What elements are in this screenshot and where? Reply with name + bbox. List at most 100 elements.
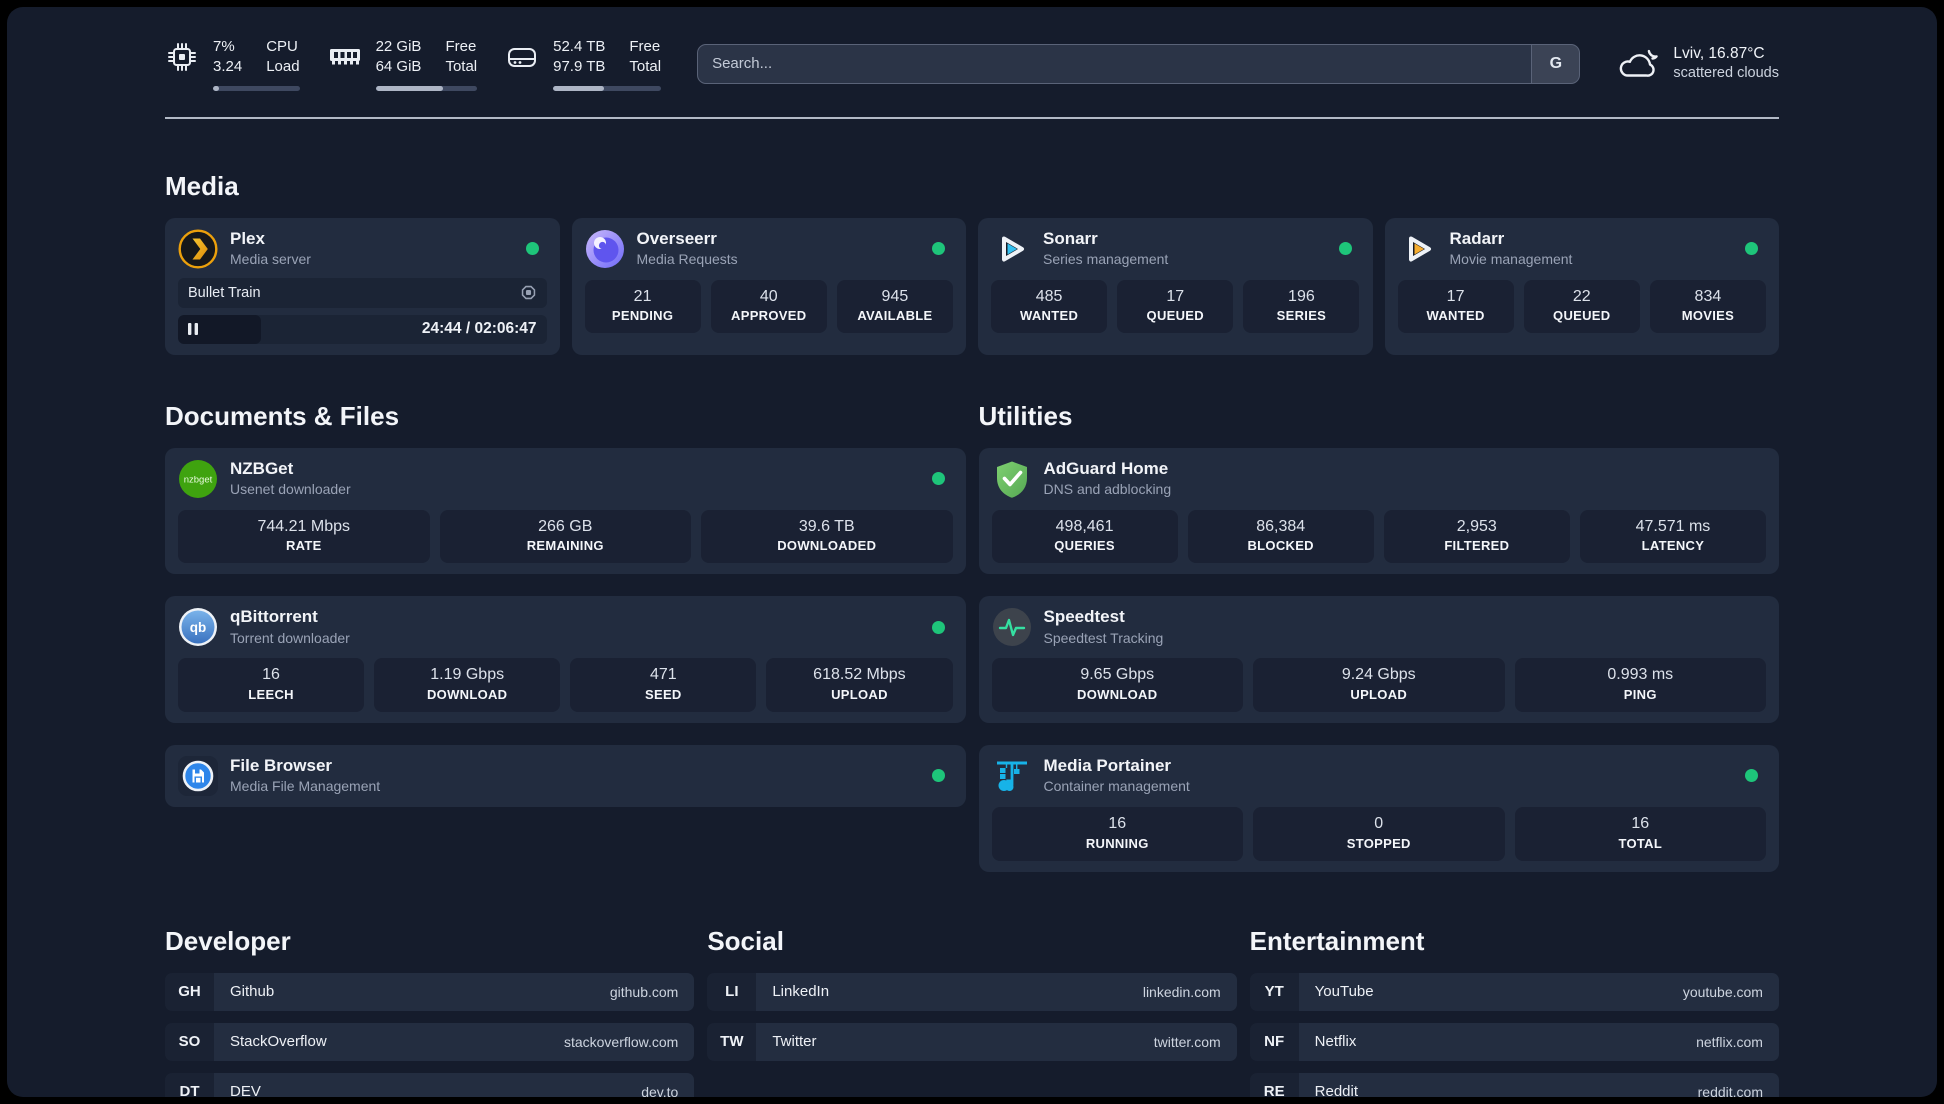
player-progress-fill [178, 314, 261, 344]
stat-label: SERIES [1276, 308, 1327, 324]
stat-value: 40 [759, 287, 778, 305]
app-card-radarr[interactable]: Radarr Movie management 17 WANTED 22 QUEUED… [1384, 217, 1779, 355]
stat-label: RATE [285, 538, 322, 554]
bookmark-name: Reddit [1314, 1083, 1359, 1097]
stat-label: UPLOAD [831, 686, 888, 702]
app-name: qBittorrent [230, 607, 318, 627]
cpu-chip-icon [168, 43, 196, 72]
app-subtitle: DNS and adblocking [1043, 480, 1172, 497]
status-online-dot [525, 242, 539, 255]
memory-progress-track [375, 85, 478, 91]
app-card-filebrowser[interactable]: File Browser Media File Management [165, 744, 966, 807]
section-title-utilities: Utilities [978, 400, 1073, 431]
app-card-plex[interactable]: Plex Media server Bullet Train 24:44 / 0… [165, 217, 560, 355]
storage-usage-widget: 52.4 TB 97.9 TB Free Total [505, 37, 662, 91]
app-card-sonarr[interactable]: Sonarr Series management 485 WANTED 17 QUEU… [978, 217, 1373, 355]
cpu-progress-fill [213, 85, 220, 91]
bookmark-url: netflix.com [1696, 1033, 1763, 1050]
app-name: Overseerr [636, 228, 717, 248]
now-playing-title: Bullet Train [188, 284, 261, 301]
stat-label: AVAILABLE [857, 308, 933, 324]
stat-value: 86,384 [1256, 517, 1306, 535]
search-input[interactable] [698, 44, 1532, 83]
stat-label: QUEUED [1146, 308, 1204, 324]
stats-row: 21 PENDING 40 APPROVED 945 AVAILABLE [584, 279, 954, 334]
storage-values: 52.4 TB 97.9 TB [553, 38, 606, 76]
app-subtitle: Speedtest Tracking [1043, 629, 1164, 646]
bookmark-url: linkedin.com [1142, 983, 1221, 1000]
bookmark-link[interactable]: YT YouTube youtube.com [1249, 972, 1779, 1011]
memory-labels: Free Total [445, 38, 478, 76]
weather-widget: Lviv, 16.87°C scattered clouds [1616, 44, 1779, 84]
stat-label: LATENCY [1641, 538, 1705, 554]
cloud-icon [1620, 49, 1659, 77]
search-engine-button[interactable]: G [1531, 44, 1580, 83]
filebrowser-icon [178, 755, 218, 796]
stat-label: QUEUED [1553, 308, 1611, 324]
bookmark-body: LinkedIn linkedin.com [756, 972, 1237, 1011]
pause-button[interactable] [187, 322, 199, 336]
bookmark-list: LI LinkedIn linkedin.com TW Twitter twitter.c… [707, 972, 1237, 1061]
stat-value: 39.6 TB [798, 517, 855, 535]
stat-tile: 22 QUEUED [1523, 279, 1640, 334]
stat-label: PING [1623, 686, 1657, 702]
bookmark-body: Github github.com [214, 972, 695, 1011]
stat-label: FILTERED [1444, 538, 1510, 554]
bookmark-abbr: NF [1249, 1022, 1299, 1061]
app-card-nzbget[interactable]: nzbget NZBGet Usenet downloader 744.21 M… [165, 447, 966, 575]
bookmark-link[interactable]: LI LinkedIn linkedin.com [707, 972, 1237, 1011]
bookmark-url: youtube.com [1682, 983, 1763, 1000]
stat-tile: 471 SEED [570, 658, 757, 712]
stat-value: 0 [1374, 814, 1384, 832]
section-developer: Developer GH Github github.com SO StackOverf… [165, 926, 695, 1097]
stats-row: 485 WANTED 17 QUEUED 196 SERIES [991, 279, 1360, 334]
section-social: Social LI LinkedIn linkedin.com TW Twitter tw… [707, 926, 1237, 1097]
app-card-portainer[interactable]: Media Portainer Container management 16 R… [978, 744, 1779, 872]
status-online-dot [1338, 242, 1352, 255]
bookmark-link[interactable]: RE Reddit reddit.com [1249, 1072, 1779, 1097]
bookmark-link[interactable]: GH Github github.com [165, 972, 695, 1011]
stat-tile: 2,953 FILTERED [1383, 509, 1570, 564]
bookmark-link[interactable]: NF Netflix netflix.com [1249, 1022, 1779, 1061]
app-subtitle: Container management [1043, 778, 1190, 795]
bookmark-link[interactable]: TW Twitter twitter.com [707, 1022, 1237, 1061]
stat-label: QUERIES [1054, 538, 1115, 554]
section-title-documents: Documents & Files [165, 400, 400, 431]
stat-label: TOTAL [1618, 835, 1663, 851]
section-documents: Documents & Files nzbget NZBGet Usenet d… [165, 401, 966, 807]
app-card-overseerr[interactable]: Overseerr Media Requests 21 PENDING 40 APPR… [571, 217, 966, 355]
bookmark-url: twitter.com [1153, 1033, 1221, 1050]
weather-location: Lviv, 16.87°C [1673, 44, 1765, 62]
storage-progress-track [553, 85, 662, 91]
status-online-dot [931, 472, 945, 485]
bookmark-abbr: DT [165, 1072, 214, 1097]
bookmark-body: Reddit reddit.com [1298, 1072, 1779, 1097]
app-name: AdGuard Home [1043, 458, 1169, 478]
app-name: Sonarr [1043, 228, 1098, 248]
app-card-speedtest[interactable]: Speedtest Speedtest Tracking 9.65 Gbps DO… [978, 596, 1779, 723]
bookmark-link[interactable]: DT DEV dev.to [165, 1072, 695, 1097]
svg-text:qb: qb [190, 620, 207, 635]
stat-value: 618.52 Mbps [813, 666, 906, 684]
bookmark-link[interactable]: SO StackOverflow stackoverflow.com [165, 1022, 695, 1061]
stat-label: RUNNING [1085, 835, 1149, 851]
stat-tile: 39.6 TB DOWNLOADED [701, 509, 953, 564]
now-playing-title-row: Bullet Train [178, 277, 547, 308]
app-card-adguard[interactable]: AdGuard Home DNS and adblocking 498,461 Q… [978, 447, 1779, 575]
bookmark-name: Twitter [772, 1033, 817, 1051]
status-online-dot [932, 242, 945, 255]
app-name: File Browser [230, 755, 333, 775]
bookmark-body: Twitter twitter.com [756, 1022, 1237, 1061]
portainer-icon [996, 761, 1027, 791]
stat-tile: 945 AVAILABLE [836, 279, 953, 334]
app-card-qbittorrent[interactable]: qb qBittorrent Torrent downloader 16 LEEC… [165, 596, 966, 723]
cpu-progress-track [213, 85, 300, 91]
stat-label: BLOCKED [1247, 538, 1314, 554]
player-progress-bar[interactable]: 24:44 / 02:06:47 [178, 314, 547, 344]
memory-values: 22 GiB 64 GiB [375, 38, 422, 76]
stats-row: 498,461 QUERIES 86,384 BLOCKED 2,953 FILTERED… [991, 509, 1766, 564]
stat-value: 16 [1631, 814, 1650, 832]
bookmark-body: YouTube youtube.com [1298, 972, 1779, 1011]
stat-tile: 266 GB REMAINING [439, 509, 691, 564]
stats-row: 16 LEECH 1.19 Gbps DOWNLOAD 471 SEED 618.52 Mb… [178, 658, 953, 712]
